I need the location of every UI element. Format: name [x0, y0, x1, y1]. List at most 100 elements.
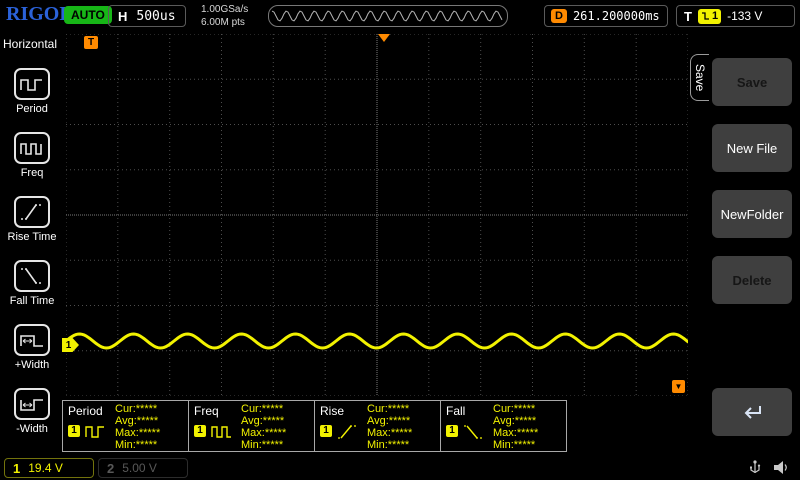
new-folder-button[interactable]: NewFolder	[712, 190, 792, 238]
measurement-name: Period	[68, 404, 103, 418]
measurement-name: Rise	[320, 404, 344, 418]
left-menu-title: Horizontal	[0, 32, 64, 51]
measurement-fall: Fall 1 Cur:***** Avg:***** Max:***** Min…	[440, 400, 567, 452]
preview-waveform-icon	[269, 6, 507, 26]
right-softkey-menu: Save Save New File NewFolder Delete	[688, 32, 800, 456]
channel2-scale: 5.00 V	[122, 461, 157, 475]
timebase-group: H 500us	[108, 5, 186, 27]
plus-width-icon	[14, 324, 50, 356]
channel1-scale: 19.4 V	[28, 461, 63, 475]
ch1-waveform-layer	[66, 34, 688, 396]
oscilloscope-screen: RIGOL AUTO H 500us 1.00GSa/s 6.00M pts D…	[0, 0, 800, 480]
trigger-label: T	[684, 9, 692, 24]
sidebar-item-plus-width[interactable]: +Width	[0, 324, 64, 371]
save-button[interactable]: Save	[712, 58, 792, 106]
waveform-display-area: T 1 ▼	[66, 34, 688, 396]
measurement-stats: Cur:***** Avg:***** Max:***** Min:*****	[241, 403, 286, 451]
measurement-source-badge: 1	[68, 425, 80, 437]
acquisition-info: 1.00GSa/s 6.00M pts	[201, 3, 248, 29]
stat-max: Max:*****	[115, 427, 160, 439]
sidebar-item-label: Fall Time	[10, 295, 55, 307]
channel2-number: 2	[107, 461, 114, 476]
sidebar-item-label: +Width	[15, 359, 50, 371]
stat-avg: Avg:*****	[493, 415, 538, 427]
sidebar-item-period[interactable]: Period	[0, 68, 64, 115]
bottom-status-bar: 1 19.4 V 2 5.00 V	[0, 456, 800, 480]
stat-min: Min:*****	[493, 439, 538, 451]
sidebar-item-minus-width[interactable]: -Width	[0, 388, 64, 435]
channel1-number: 1	[13, 461, 20, 476]
new-file-button[interactable]: New File	[712, 124, 792, 172]
trigger-source-number: 1	[712, 10, 718, 22]
trigger-falling-edge-icon	[701, 11, 710, 21]
run-status-badge: AUTO	[64, 6, 112, 24]
delay-badge: D	[551, 9, 567, 23]
period-icon	[14, 68, 50, 100]
trigger-level-value: -133 V	[727, 9, 762, 23]
sidebar-item-fall-time[interactable]: Fall Time	[0, 260, 64, 307]
horizontal-position-preview	[268, 5, 508, 27]
measurement-name: Freq	[194, 404, 219, 418]
minus-width-icon	[14, 388, 50, 420]
ch1-waveform	[66, 334, 688, 348]
trigger-source-badge: 1	[698, 9, 721, 24]
measurement-source-badge: 1	[194, 425, 206, 437]
measurement-rise: Rise 1 Cur:***** Avg:***** Max:***** Min…	[314, 400, 441, 452]
sidebar-item-label: Rise Time	[8, 231, 57, 243]
timebase-value: 500us	[136, 9, 175, 24]
measurement-freq: Freq 1 Cur:***** Avg:***** Max:***** Min…	[188, 400, 315, 452]
preview-wave-path	[272, 11, 502, 21]
channel1-status[interactable]: 1 19.4 V	[4, 458, 94, 478]
usb-icon	[746, 459, 764, 480]
rise-time-icon	[14, 196, 50, 228]
stat-max: Max:*****	[493, 427, 538, 439]
measurement-stats: Cur:***** Avg:***** Max:***** Min:*****	[493, 403, 538, 451]
top-status-bar: RIGOL AUTO H 500us 1.00GSa/s 6.00M pts D…	[0, 0, 800, 32]
sidebar-item-label: Freq	[21, 167, 44, 179]
timebase-label: H	[118, 9, 127, 24]
return-icon	[739, 401, 765, 423]
fall-time-icon	[14, 260, 50, 292]
sidebar-item-freq[interactable]: Freq	[0, 132, 64, 179]
measurement-name: Fall	[446, 404, 465, 418]
stat-cur: Cur:*****	[493, 403, 538, 415]
measurement-period: Period 1 Cur:***** Avg:***** Max:***** M…	[62, 400, 189, 452]
measurement-source-badge: 1	[446, 425, 458, 437]
delete-button[interactable]: Delete	[712, 256, 792, 304]
stat-min: Min:*****	[115, 439, 160, 451]
measurement-panel: Period 1 Cur:***** Avg:***** Max:***** M…	[62, 400, 566, 452]
trigger-group: T 1 -133 V	[676, 5, 795, 27]
left-menu: Horizontal Period Freq Rise Time	[0, 32, 64, 456]
back-button[interactable]	[712, 388, 792, 436]
delay-group: D 261.200000ms	[544, 5, 668, 27]
stat-min: Min:*****	[241, 439, 286, 451]
stat-max: Max:*****	[367, 427, 412, 439]
rigol-logo: RIGOL	[6, 3, 73, 26]
stat-min: Min:*****	[367, 439, 412, 451]
stat-cur: Cur:*****	[241, 403, 286, 415]
stat-cur: Cur:*****	[367, 403, 412, 415]
stat-avg: Avg:*****	[367, 415, 412, 427]
sample-rate: 1.00GSa/s	[201, 3, 248, 16]
measurement-stats: Cur:***** Avg:***** Max:***** Min:*****	[115, 403, 160, 451]
stat-cur: Cur:*****	[115, 403, 160, 415]
delay-value: 261.200000ms	[573, 9, 660, 23]
measurement-stats: Cur:***** Avg:***** Max:***** Min:*****	[367, 403, 412, 451]
trigger-level-offscreen-marker: ▼	[672, 380, 685, 393]
rise-meas-icon	[336, 423, 358, 446]
channel2-status[interactable]: 2 5.00 V	[98, 458, 188, 478]
stat-avg: Avg:*****	[115, 415, 160, 427]
sidebar-item-rise-time[interactable]: Rise Time	[0, 196, 64, 243]
freq-icon	[14, 132, 50, 164]
trigger-flag: T	[84, 36, 98, 49]
sidebar-item-label: Period	[16, 103, 48, 115]
stat-max: Max:*****	[241, 427, 286, 439]
speaker-icon	[772, 459, 790, 480]
stat-avg: Avg:*****	[241, 415, 286, 427]
menu-tab-save: Save	[690, 54, 709, 101]
freq-meas-icon	[210, 423, 232, 446]
measurement-source-badge: 1	[320, 425, 332, 437]
memory-depth: 6.00M pts	[201, 16, 248, 29]
fall-meas-icon	[462, 423, 484, 446]
trigger-position-marker[interactable]	[378, 34, 390, 42]
